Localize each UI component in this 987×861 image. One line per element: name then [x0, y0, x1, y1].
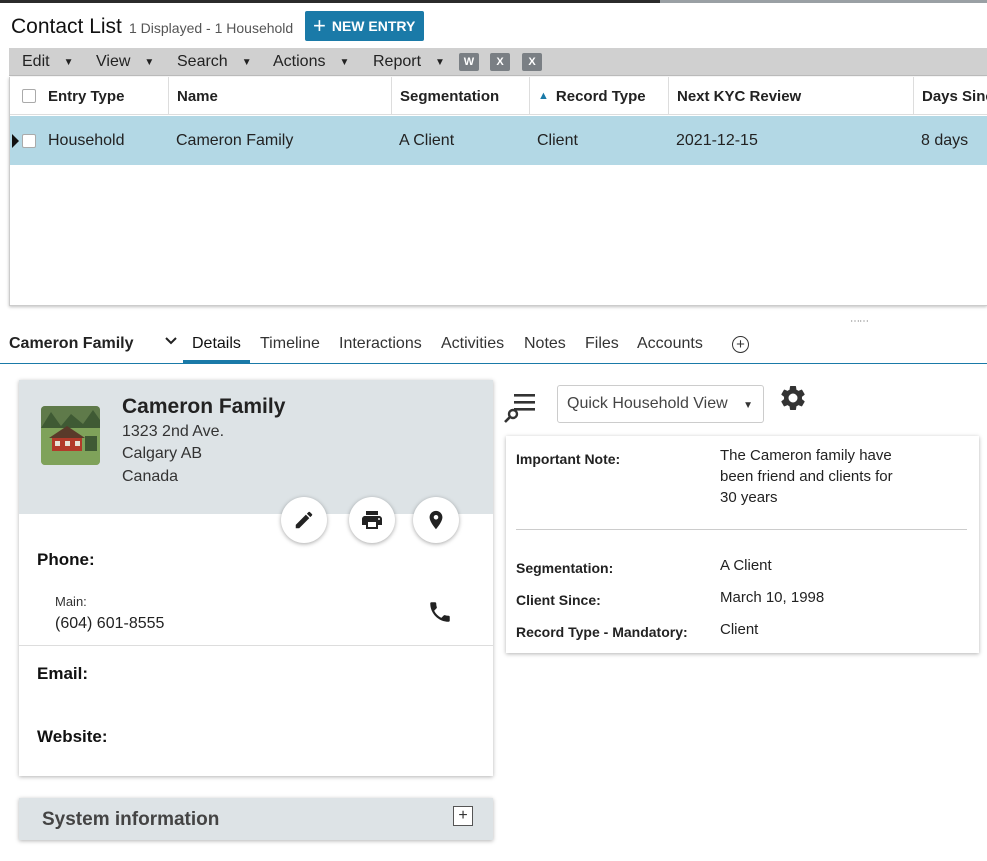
contact-name: Cameron Family	[122, 395, 286, 418]
contact-card: Cameron Family 1323 2nd Ave. Calgary AB …	[19, 380, 493, 776]
household-photo	[41, 406, 100, 465]
tab-accounts[interactable]: Accounts	[637, 335, 703, 353]
phone-number: (604) 601-8555	[55, 615, 165, 632]
column-segmentation[interactable]: Segmentation	[391, 77, 529, 115]
cell-name: Cameron Family	[176, 131, 294, 149]
select-all-checkbox[interactable]	[22, 89, 36, 103]
segmentation-label: Segmentation:	[516, 560, 614, 576]
cell-segmentation: A Client	[399, 131, 455, 149]
caret-down-icon: ▼	[144, 56, 155, 68]
quick-view-card: Important Note: The Cameron family have …	[506, 436, 979, 653]
new-entry-label: NEW ENTRY	[331, 18, 416, 34]
menu-edit-label: Edit	[22, 53, 50, 70]
menu-view[interactable]: View ▼	[96, 48, 154, 76]
new-entry-button[interactable]: + NEW ENTRY	[305, 11, 424, 41]
menu-actions[interactable]: Actions ▼	[273, 48, 349, 76]
chevron-down-icon[interactable]	[163, 333, 179, 349]
tab-details[interactable]: Details	[192, 335, 241, 353]
column-days-since[interactable]: Days Since	[913, 77, 987, 115]
pencil-icon	[295, 511, 313, 529]
menu-edit[interactable]: Edit ▼	[22, 48, 73, 76]
email-label: Email:	[37, 664, 89, 683]
tab-files[interactable]: Files	[585, 335, 619, 353]
grid-menubar: Edit ▼ View ▼ Search ▼ Actions ▼ Report ▼ W X…	[9, 48, 987, 76]
phone-icon[interactable]	[427, 599, 453, 625]
menu-report[interactable]: Report ▼	[373, 48, 445, 76]
client-since-label: Client Since:	[516, 592, 601, 608]
expand-icon[interactable]: +	[453, 806, 473, 826]
phone-type-label: Main:	[55, 594, 87, 609]
address-line-1: 1323 2nd Ave.	[122, 423, 225, 440]
section-divider	[19, 645, 493, 646]
column-label: Entry Type	[48, 87, 125, 105]
gear-icon[interactable]	[778, 383, 808, 413]
excel-download-icon[interactable]: X	[522, 53, 542, 71]
edit-button[interactable]	[281, 497, 327, 543]
menu-search-label: Search	[177, 53, 228, 70]
client-since-value: March 10, 1998	[720, 589, 825, 606]
menu-actions-label: Actions	[273, 53, 326, 70]
cell-record-type: Client	[537, 131, 578, 149]
caret-down-icon: ▼	[241, 56, 252, 68]
print-button[interactable]	[349, 497, 395, 543]
page-header: Contact List 1 Displayed - 1 Household +…	[0, 3, 987, 47]
phone-label: Phone:	[37, 550, 95, 569]
grid-header-row: Entry Type Name Segmentation ▲ Record Ty…	[10, 77, 987, 115]
record-type-value: Client	[720, 621, 759, 638]
segmentation-value: A Client	[720, 557, 772, 574]
tab-interactions[interactable]: Interactions	[339, 335, 422, 353]
column-next-kyc[interactable]: Next KYC Review	[668, 77, 913, 115]
column-label: Days Since	[922, 87, 987, 105]
page-title: Contact List	[11, 15, 122, 38]
contact-grid: Entry Type Name Segmentation ▲ Record Ty…	[9, 77, 987, 306]
tab-timeline[interactable]: Timeline	[260, 335, 320, 353]
map-pin-icon	[429, 510, 443, 530]
important-note-label: Important Note:	[516, 451, 621, 467]
tab-notes[interactable]: Notes	[524, 335, 566, 353]
column-label: Next KYC Review	[677, 87, 802, 105]
caret-down-icon: ▼	[339, 56, 350, 68]
add-tab-icon[interactable]: +	[732, 336, 749, 353]
excel-export-icon[interactable]: X	[490, 53, 510, 71]
menu-search[interactable]: Search ▼	[177, 48, 252, 76]
filter-list-icon[interactable]	[504, 390, 538, 424]
cell-days-since: 8 days	[921, 131, 969, 149]
caret-down-icon: ▼	[435, 56, 445, 68]
sort-ascending-icon: ▲	[538, 90, 549, 102]
record-count: 1 Displayed - 1 Household	[129, 20, 294, 36]
cell-next-kyc: 2021-12-15	[676, 131, 758, 149]
important-note-value: The Cameron family have been friend and …	[720, 447, 893, 506]
menu-view-label: View	[96, 53, 131, 70]
table-row[interactable]: Household Cameron Family A Client Client…	[10, 116, 987, 165]
cell-entry-type: Household	[48, 131, 125, 149]
quick-view-select[interactable]: Quick Household View ▼	[557, 385, 764, 423]
map-button[interactable]	[413, 497, 459, 543]
section-divider	[516, 529, 967, 530]
record-tabbar: Cameron Family Details Timeline Interact…	[0, 325, 987, 364]
column-label: Record Type	[555, 87, 646, 105]
record-name: Cameron Family	[9, 335, 134, 352]
active-tab-indicator	[183, 360, 250, 364]
column-record-type[interactable]: ▲ Record Type	[529, 77, 668, 115]
plus-icon: +	[313, 13, 326, 38]
column-label: Name	[177, 87, 218, 105]
system-information-panel[interactable]: System information +	[19, 798, 493, 840]
website-label: Website:	[37, 727, 108, 746]
caret-down-icon: ▼	[743, 400, 753, 411]
quick-view-selected: Quick Household View	[567, 395, 728, 412]
caret-down-icon: ▼	[63, 56, 74, 68]
column-label: Segmentation	[400, 87, 500, 105]
column-name[interactable]: Name	[168, 77, 391, 115]
record-type-label: Record Type - Mandatory:	[516, 624, 688, 640]
menu-report-label: Report	[373, 53, 422, 70]
contact-card-header: Cameron Family 1323 2nd Ave. Calgary AB …	[19, 380, 493, 514]
address-line-3: Canada	[122, 468, 179, 485]
system-information-title: System information	[42, 809, 220, 830]
address-line-2: Calgary AB	[122, 445, 203, 462]
row-checkbox[interactable]	[22, 133, 36, 148]
word-export-icon[interactable]: W	[459, 53, 479, 71]
printer-icon	[362, 511, 382, 529]
column-entry-type[interactable]: Entry Type	[10, 77, 168, 115]
tab-activities[interactable]: Activities	[441, 335, 504, 353]
